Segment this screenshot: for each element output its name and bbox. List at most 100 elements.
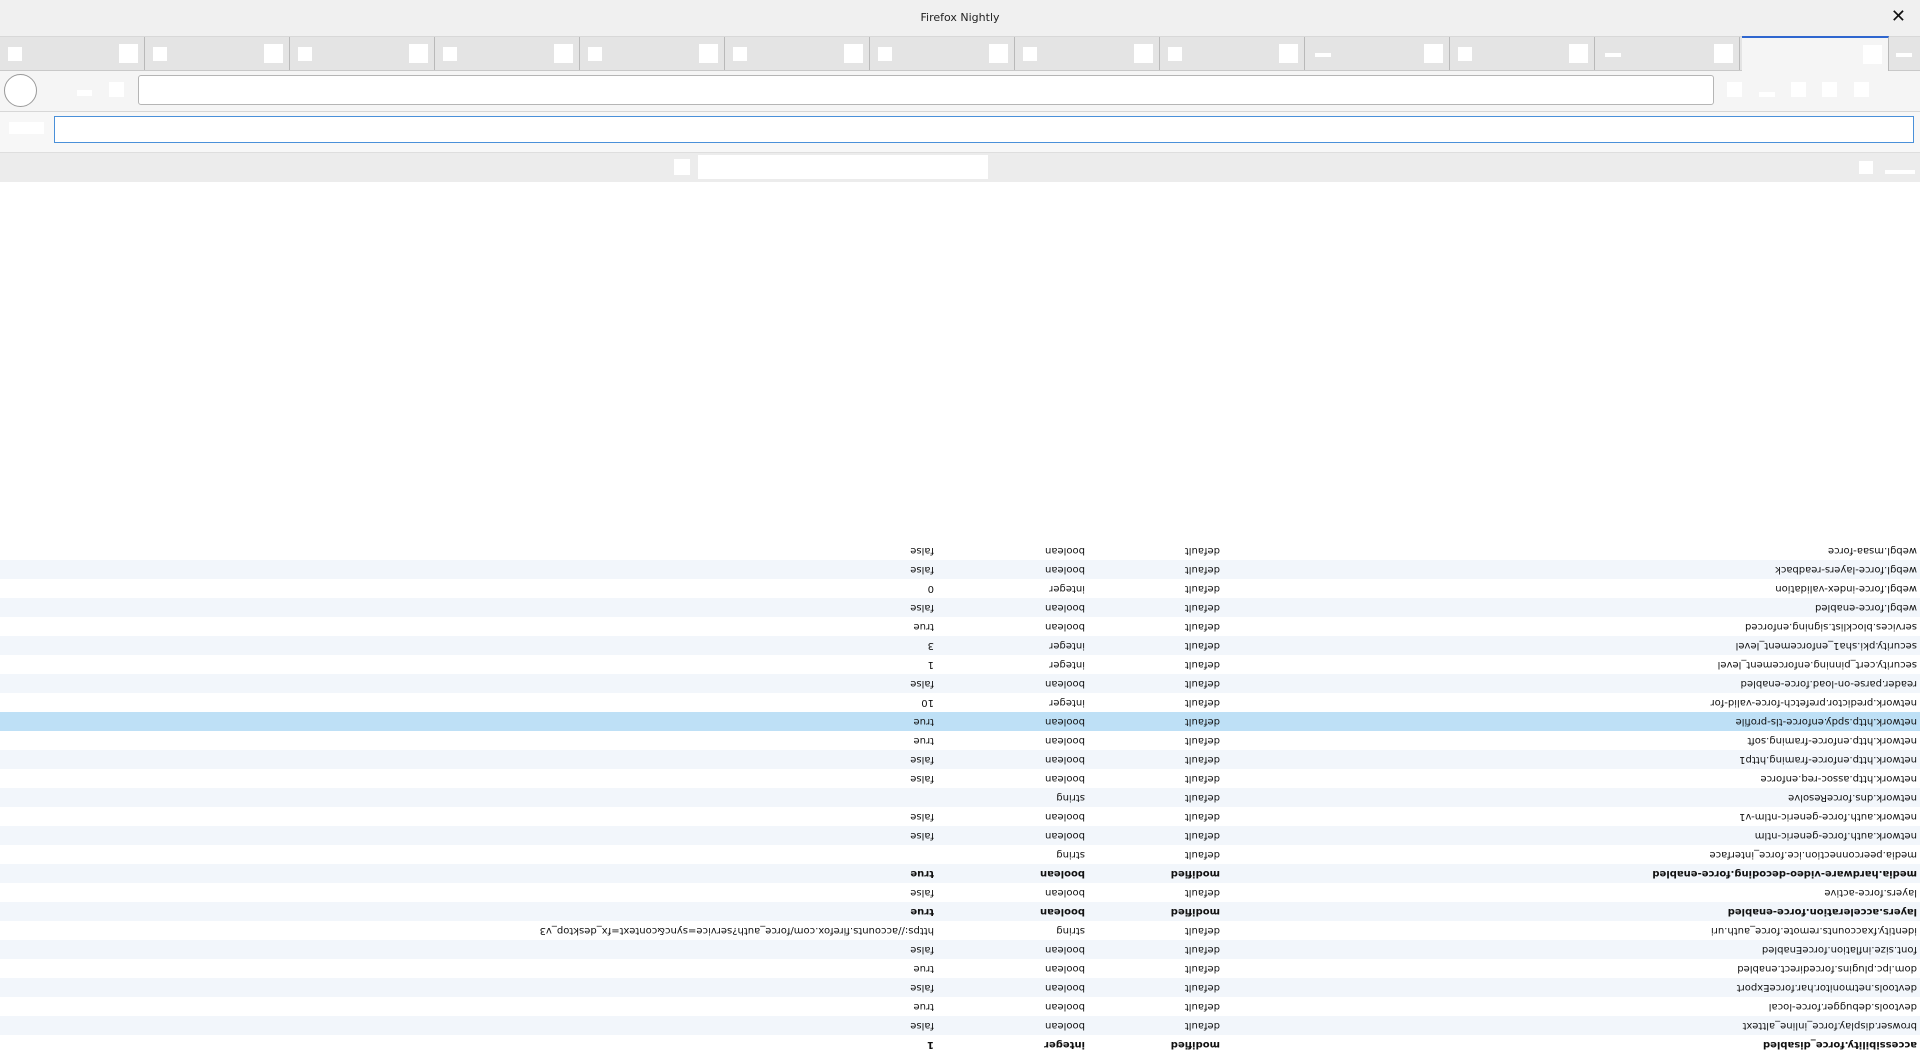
pref-row[interactable]: devtools.debugger.force-local default bool… xyxy=(0,997,1920,1016)
prefs-search-input[interactable] xyxy=(54,116,1914,143)
pref-value: 10 xyxy=(921,697,934,708)
menu-icon[interactable] xyxy=(1854,82,1869,97)
pref-row[interactable]: network.http.enforce-framing.http1 defaul… xyxy=(0,750,1920,769)
column-picker-icon[interactable] xyxy=(1859,161,1873,174)
pref-status: default xyxy=(1184,678,1220,689)
tab[interactable] xyxy=(1160,37,1305,70)
downloads-icon[interactable] xyxy=(1759,92,1775,97)
tab-close-icon[interactable] xyxy=(1863,45,1882,64)
pref-status: default xyxy=(1184,640,1220,651)
forward-icon[interactable] xyxy=(77,90,92,96)
pref-status: default xyxy=(1184,887,1220,898)
tab-close-icon[interactable] xyxy=(1424,44,1443,63)
pref-row[interactable]: font.size.inflation.forceEnabled default b… xyxy=(0,940,1920,959)
new-tab-button[interactable] xyxy=(1890,37,1920,70)
tab-close-icon[interactable] xyxy=(409,44,428,63)
pref-row[interactable]: accessibility.force_disabled modified inte… xyxy=(0,1035,1920,1054)
pref-name: webgl.force-enabled xyxy=(1814,602,1917,613)
tab-close-icon[interactable] xyxy=(1134,44,1153,63)
pref-row[interactable]: webgl.force-index-validation default integ… xyxy=(0,579,1920,598)
back-button[interactable] xyxy=(4,74,37,107)
tab-close-icon[interactable] xyxy=(1279,44,1298,63)
pref-value: true xyxy=(910,906,934,917)
pref-value: false xyxy=(910,678,934,689)
search-label xyxy=(9,122,44,134)
pref-type: boolean xyxy=(1045,716,1085,727)
tab-close-icon[interactable] xyxy=(554,44,573,63)
pref-row[interactable]: services.blocklist.signing.enforced defau… xyxy=(0,617,1920,636)
pref-row[interactable]: security.pki.sha1_enforcement_level defau… xyxy=(0,636,1920,655)
home-icon[interactable] xyxy=(1791,82,1806,97)
pref-row[interactable]: webgl.force-enabled default boolean false xyxy=(0,598,1920,617)
pref-row[interactable]: reader.parse-on-load.force-enabled defaul… xyxy=(0,674,1920,693)
tab[interactable] xyxy=(1015,37,1160,70)
tab[interactable] xyxy=(1450,37,1595,70)
nav-toolbar xyxy=(0,71,1920,112)
pref-status: default xyxy=(1184,773,1220,784)
pref-value: false xyxy=(910,602,934,613)
pref-value: false xyxy=(910,545,934,556)
pref-value: true xyxy=(913,716,934,727)
pref-row[interactable]: browser.display.force_inline_alttext defa… xyxy=(0,1016,1920,1035)
pref-row[interactable]: identity.fxaccounts.remote.force_auth.ur… xyxy=(0,921,1920,940)
favicon-icon xyxy=(8,47,22,61)
pref-value: 1 xyxy=(927,1039,934,1050)
tab[interactable] xyxy=(1595,37,1740,70)
pref-row[interactable]: network.dns.forceResolve default string xyxy=(0,788,1920,807)
pref-row[interactable]: media.hardware-video-decoding.force-enab… xyxy=(0,864,1920,883)
pref-name: font.size.inflation.forceEnabled xyxy=(1761,944,1917,955)
pref-row[interactable]: layers.acceleration.force-enabled modifie… xyxy=(0,902,1920,921)
tab[interactable] xyxy=(870,37,1015,70)
pref-row[interactable]: webgl.msaa-force default boolean false xyxy=(0,541,1920,560)
extensions-icon[interactable] xyxy=(1822,82,1837,97)
reload-icon[interactable] xyxy=(109,82,124,97)
url-bar[interactable] xyxy=(138,75,1714,105)
pref-status: default xyxy=(1184,754,1220,765)
tab-close-icon[interactable] xyxy=(1714,44,1733,63)
tab[interactable] xyxy=(0,37,145,70)
pref-status: default xyxy=(1184,545,1220,556)
column-header[interactable] xyxy=(1885,170,1915,174)
tab[interactable] xyxy=(290,37,435,70)
window-title: Firefox Nightly xyxy=(920,11,1000,24)
column-header[interactable] xyxy=(698,155,988,179)
pref-row[interactable]: dom.ipc.plugins.forcedirect.enabled defau… xyxy=(0,959,1920,978)
pref-value: false xyxy=(910,1020,934,1031)
pref-status: default xyxy=(1184,792,1220,803)
pref-status: default xyxy=(1184,583,1220,594)
pref-row[interactable]: network.predictor.prefetch-force-valid-f… xyxy=(0,693,1920,712)
tab-close-icon[interactable] xyxy=(699,44,718,63)
favicon-icon xyxy=(1605,53,1621,57)
tab[interactable] xyxy=(145,37,290,70)
tab-close-icon[interactable] xyxy=(264,44,283,63)
pref-row[interactable]: media.peerconnection.ice.force_interface… xyxy=(0,845,1920,864)
close-icon[interactable]: ✕ xyxy=(1891,6,1906,28)
pref-row[interactable]: webgl.force-layers-readback default boolea… xyxy=(0,560,1920,579)
pref-value: true xyxy=(910,868,934,879)
pref-row[interactable]: network.auth.force-generic-ntlm default bo… xyxy=(0,826,1920,845)
pref-row[interactable]: network.http.spdy.enforce-tls-profile def… xyxy=(0,712,1920,731)
pref-row[interactable]: devtools.netmonitor.har.forceExport defau… xyxy=(0,978,1920,997)
tab-close-icon[interactable] xyxy=(989,44,1008,63)
tab-close-icon[interactable] xyxy=(844,44,863,63)
favicon-icon xyxy=(153,47,167,61)
pref-name: webgl.force-index-validation xyxy=(1775,583,1917,594)
pref-row[interactable]: network.http.enforce-framing.soft default… xyxy=(0,731,1920,750)
tab[interactable] xyxy=(580,37,725,70)
pref-name: devtools.debugger.force-local xyxy=(1768,1001,1917,1012)
tab[interactable] xyxy=(725,37,870,70)
pref-row[interactable]: network.http.assoc-req.enforce default boo… xyxy=(0,769,1920,788)
pref-row[interactable]: security.cert_pinning.enforcement_level d… xyxy=(0,655,1920,674)
tab-close-icon[interactable] xyxy=(119,44,138,63)
pref-row[interactable]: network.auth.force-generic-ntlm-v1 defaul… xyxy=(0,807,1920,826)
tab[interactable] xyxy=(435,37,580,70)
pref-value: 0 xyxy=(927,583,934,594)
tab-close-icon[interactable] xyxy=(1569,44,1588,63)
tab-active[interactable] xyxy=(1742,36,1889,71)
bookmark-icon[interactable] xyxy=(1727,82,1742,97)
pref-row[interactable]: layers.force-active default boolean false xyxy=(0,883,1920,902)
pref-name: network.http.enforce-framing.soft xyxy=(1747,735,1917,746)
pref-value: 1 xyxy=(927,659,934,670)
tab[interactable] xyxy=(1305,37,1450,70)
favicon-icon xyxy=(298,47,312,61)
